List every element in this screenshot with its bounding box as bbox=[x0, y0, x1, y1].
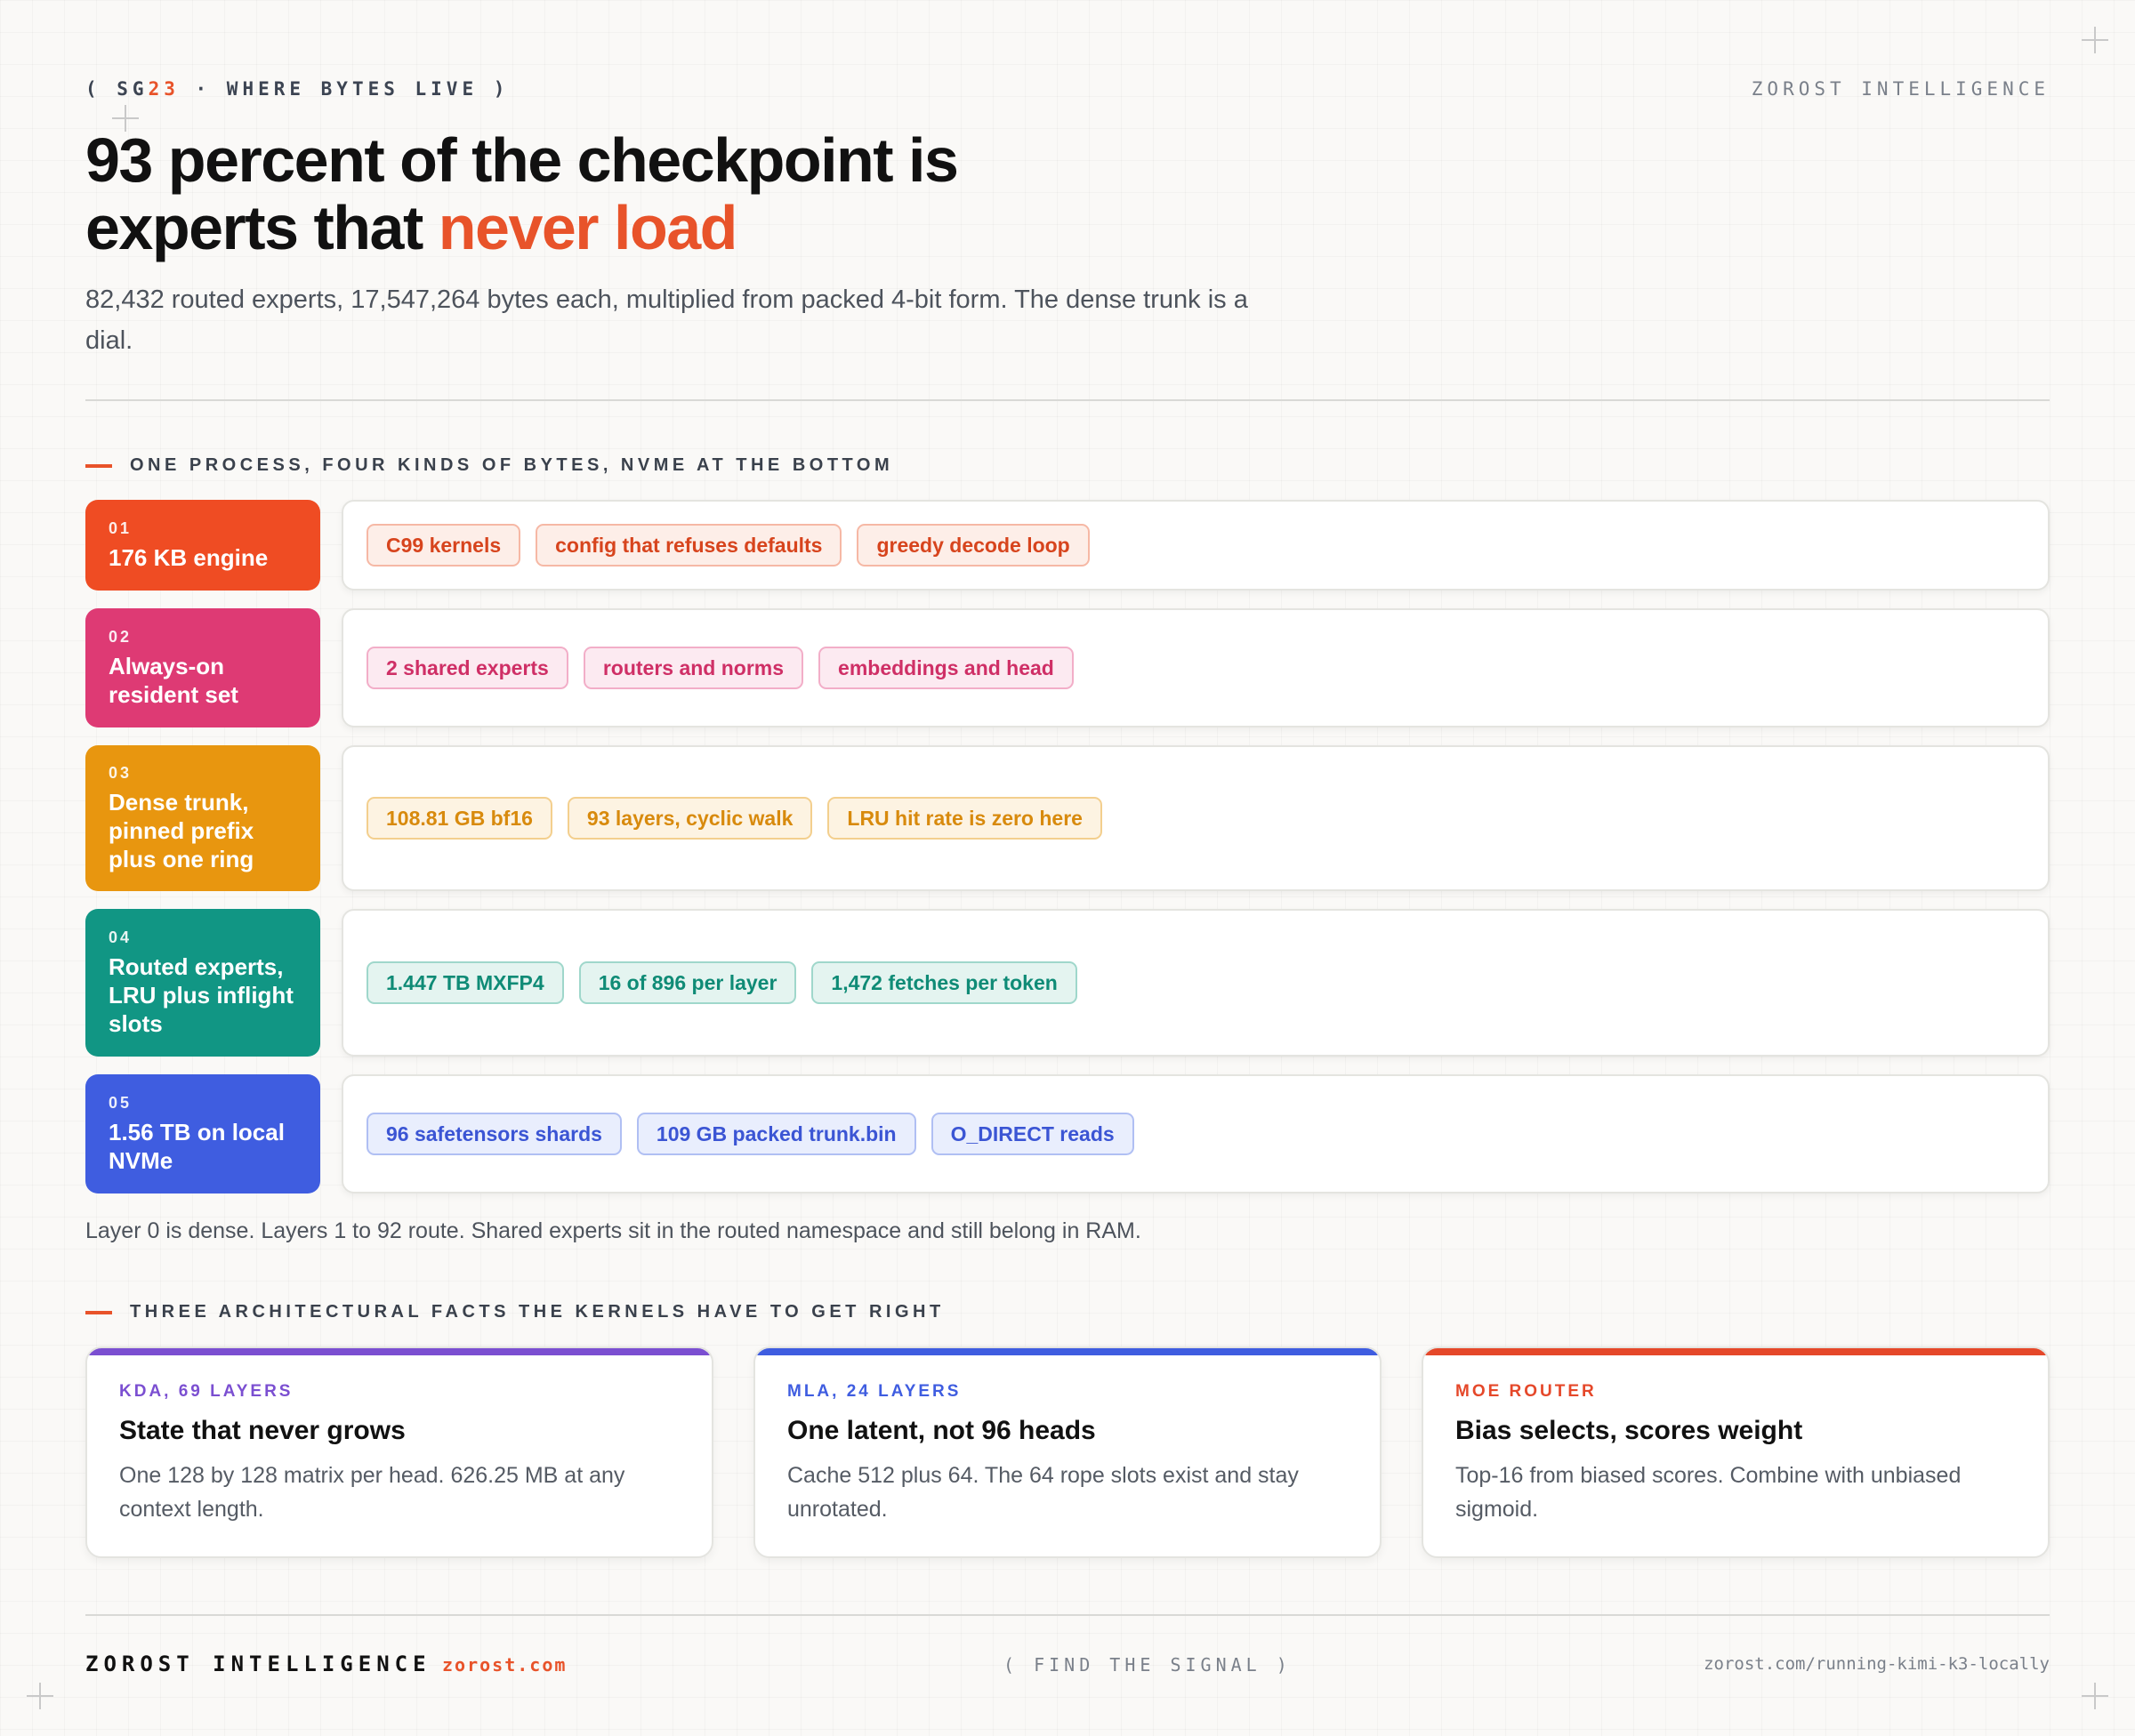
tag: 1.447 TB MXFP4 bbox=[367, 961, 564, 1004]
card-title: State that never grows bbox=[119, 1416, 406, 1445]
tag: C99 kernels bbox=[367, 524, 521, 567]
layer-row: 02 Always-on resident set 2 shared exper… bbox=[85, 608, 2050, 727]
row-title: 1.56 TB on local NVMe bbox=[109, 1118, 285, 1174]
card-body: KDA, 69 LAYERS State that never grows On… bbox=[119, 1382, 680, 1526]
card-kicker: KDA, 69 LAYERS bbox=[119, 1382, 294, 1401]
tag: 108.81 GB bf16 bbox=[367, 797, 552, 840]
section-dash bbox=[85, 463, 112, 468]
header-brand: ZOROST INTELLIGENCE bbox=[1751, 78, 2050, 100]
corner-cross-icon bbox=[2082, 1683, 2108, 1709]
layer-row: 01 176 KB engine C99 kernels config that… bbox=[85, 500, 2050, 591]
footer-tagline: ( FIND THE SIGNAL ) bbox=[1003, 1654, 1292, 1676]
section-label-facts: THREE ARCHITECTURAL FACTS THE KERNELS HA… bbox=[85, 1302, 945, 1322]
row-title: Routed experts, LRU plus inflight slots bbox=[109, 952, 294, 1037]
row-number: 02 bbox=[109, 627, 133, 646]
card-body: MLA, 24 LAYERS One latent, not 96 heads … bbox=[787, 1382, 1348, 1526]
row-label: 04 Routed experts, LRU plus inflight slo… bbox=[85, 909, 320, 1057]
row-tags-panel: C99 kernels config that refuses defaults… bbox=[342, 500, 2050, 591]
tag: greedy decode loop bbox=[857, 524, 1090, 567]
corner-cross-icon bbox=[2082, 27, 2108, 53]
page-title: 93 percent of the checkpoint is experts … bbox=[85, 126, 1242, 261]
tag: embeddings and head bbox=[818, 647, 1074, 689]
tag: 16 of 896 per layer bbox=[578, 961, 797, 1004]
row-tags-panel: 96 safetensors shards 109 GB packed trun… bbox=[342, 1074, 2050, 1194]
card-text: One 128 by 128 matrix per head. 626.25 M… bbox=[119, 1463, 625, 1522]
row-number: 01 bbox=[109, 518, 133, 537]
row-label: 01 176 KB engine bbox=[85, 500, 320, 591]
footer-url-link[interactable]: zorost.com/running-kimi-k3-locally bbox=[1704, 1654, 2050, 1674]
title-line2: experts that bbox=[85, 193, 439, 262]
tag: 96 safetensors shards bbox=[367, 1113, 622, 1155]
tag: 1,472 fetches per token bbox=[811, 961, 1077, 1004]
card-title: One latent, not 96 heads bbox=[787, 1416, 1096, 1445]
corner-cross-icon bbox=[27, 1683, 53, 1709]
title-line1: 93 percent of the checkpoint is bbox=[85, 125, 959, 195]
card-text: Top-16 from biased scores. Combine with … bbox=[1455, 1463, 1962, 1522]
divider bbox=[85, 399, 2050, 401]
row-label: 05 1.56 TB on local NVMe bbox=[85, 1074, 320, 1194]
card-accent-bar bbox=[87, 1348, 712, 1355]
section-label-text: THREE ARCHITECTURAL FACTS THE KERNELS HA… bbox=[130, 1302, 945, 1322]
row-number: 03 bbox=[109, 763, 133, 782]
row-label: 03 Dense trunk, pinned prefix plus one r… bbox=[85, 745, 320, 891]
kicker-accent: 23 bbox=[148, 78, 180, 100]
row-number: 05 bbox=[109, 1093, 133, 1112]
kicker-open: ( SG bbox=[85, 78, 149, 100]
tag: O_DIRECT reads bbox=[931, 1113, 1134, 1155]
card-text: Cache 512 plus 64. The 64 rope slots exi… bbox=[787, 1463, 1299, 1522]
section-label-text: ONE PROCESS, FOUR KINDS OF BYTES, NVME A… bbox=[130, 455, 894, 475]
footer-brand: ZOROST INTELLIGENCE bbox=[85, 1652, 431, 1676]
fact-card: KDA, 69 LAYERS State that never grows On… bbox=[85, 1346, 713, 1558]
fact-card: MOE ROUTER Bias selects, scores weight T… bbox=[1422, 1346, 2050, 1558]
title-highlight: never load bbox=[438, 193, 738, 262]
fact-card: MLA, 24 LAYERS One latent, not 96 heads … bbox=[753, 1346, 1382, 1558]
layer-row: 04 Routed experts, LRU plus inflight slo… bbox=[85, 909, 2050, 1057]
page-subtitle: 82,432 routed experts, 17,547,264 bytes … bbox=[85, 285, 1248, 355]
tag: 93 layers, cyclic walk bbox=[567, 797, 813, 840]
footer-site-link[interactable]: zorost.com bbox=[442, 1654, 567, 1676]
section-label-bytes: ONE PROCESS, FOUR KINDS OF BYTES, NVME A… bbox=[85, 455, 893, 476]
card-kicker: MOE ROUTER bbox=[1455, 1382, 1597, 1401]
card-kicker: MLA, 24 LAYERS bbox=[787, 1382, 962, 1401]
kicker-close: · WHERE BYTES LIVE ) bbox=[179, 78, 510, 100]
tag: LRU hit rate is zero here bbox=[827, 797, 1102, 840]
footer-divider bbox=[85, 1614, 2050, 1616]
card-accent-bar bbox=[1423, 1348, 2048, 1355]
row-tags-panel: 2 shared experts routers and norms embed… bbox=[342, 608, 2050, 727]
card-accent-bar bbox=[755, 1348, 1380, 1355]
section-dash bbox=[85, 1310, 112, 1314]
row-title: Dense trunk, pinned prefix plus one ring bbox=[109, 788, 254, 872]
tag: 2 shared experts bbox=[367, 647, 568, 689]
row-title: Always-on resident set bbox=[109, 652, 238, 708]
layer-row: 05 1.56 TB on local NVMe 96 safetensors … bbox=[85, 1074, 2050, 1194]
row-number: 04 bbox=[109, 928, 133, 946]
card-title: Bias selects, scores weight bbox=[1455, 1416, 1803, 1445]
row-title: 176 KB engine bbox=[109, 543, 269, 571]
row-label: 02 Always-on resident set bbox=[85, 608, 320, 727]
card-body: MOE ROUTER Bias selects, scores weight T… bbox=[1455, 1382, 2016, 1526]
row-tags-panel: 108.81 GB bf16 93 layers, cyclic walk LR… bbox=[342, 745, 2050, 891]
layer-row: 03 Dense trunk, pinned prefix plus one r… bbox=[85, 745, 2050, 891]
tag: routers and norms bbox=[583, 647, 804, 689]
tag: 109 GB packed trunk.bin bbox=[636, 1113, 916, 1155]
layers-note: Layer 0 is dense. Layers 1 to 92 route. … bbox=[85, 1218, 1141, 1243]
row-tags-panel: 1.447 TB MXFP4 16 of 896 per layer 1,472… bbox=[342, 909, 2050, 1057]
tag: config that refuses defaults bbox=[536, 524, 842, 567]
series-kicker: ( SG23 · WHERE BYTES LIVE ) bbox=[85, 78, 509, 100]
